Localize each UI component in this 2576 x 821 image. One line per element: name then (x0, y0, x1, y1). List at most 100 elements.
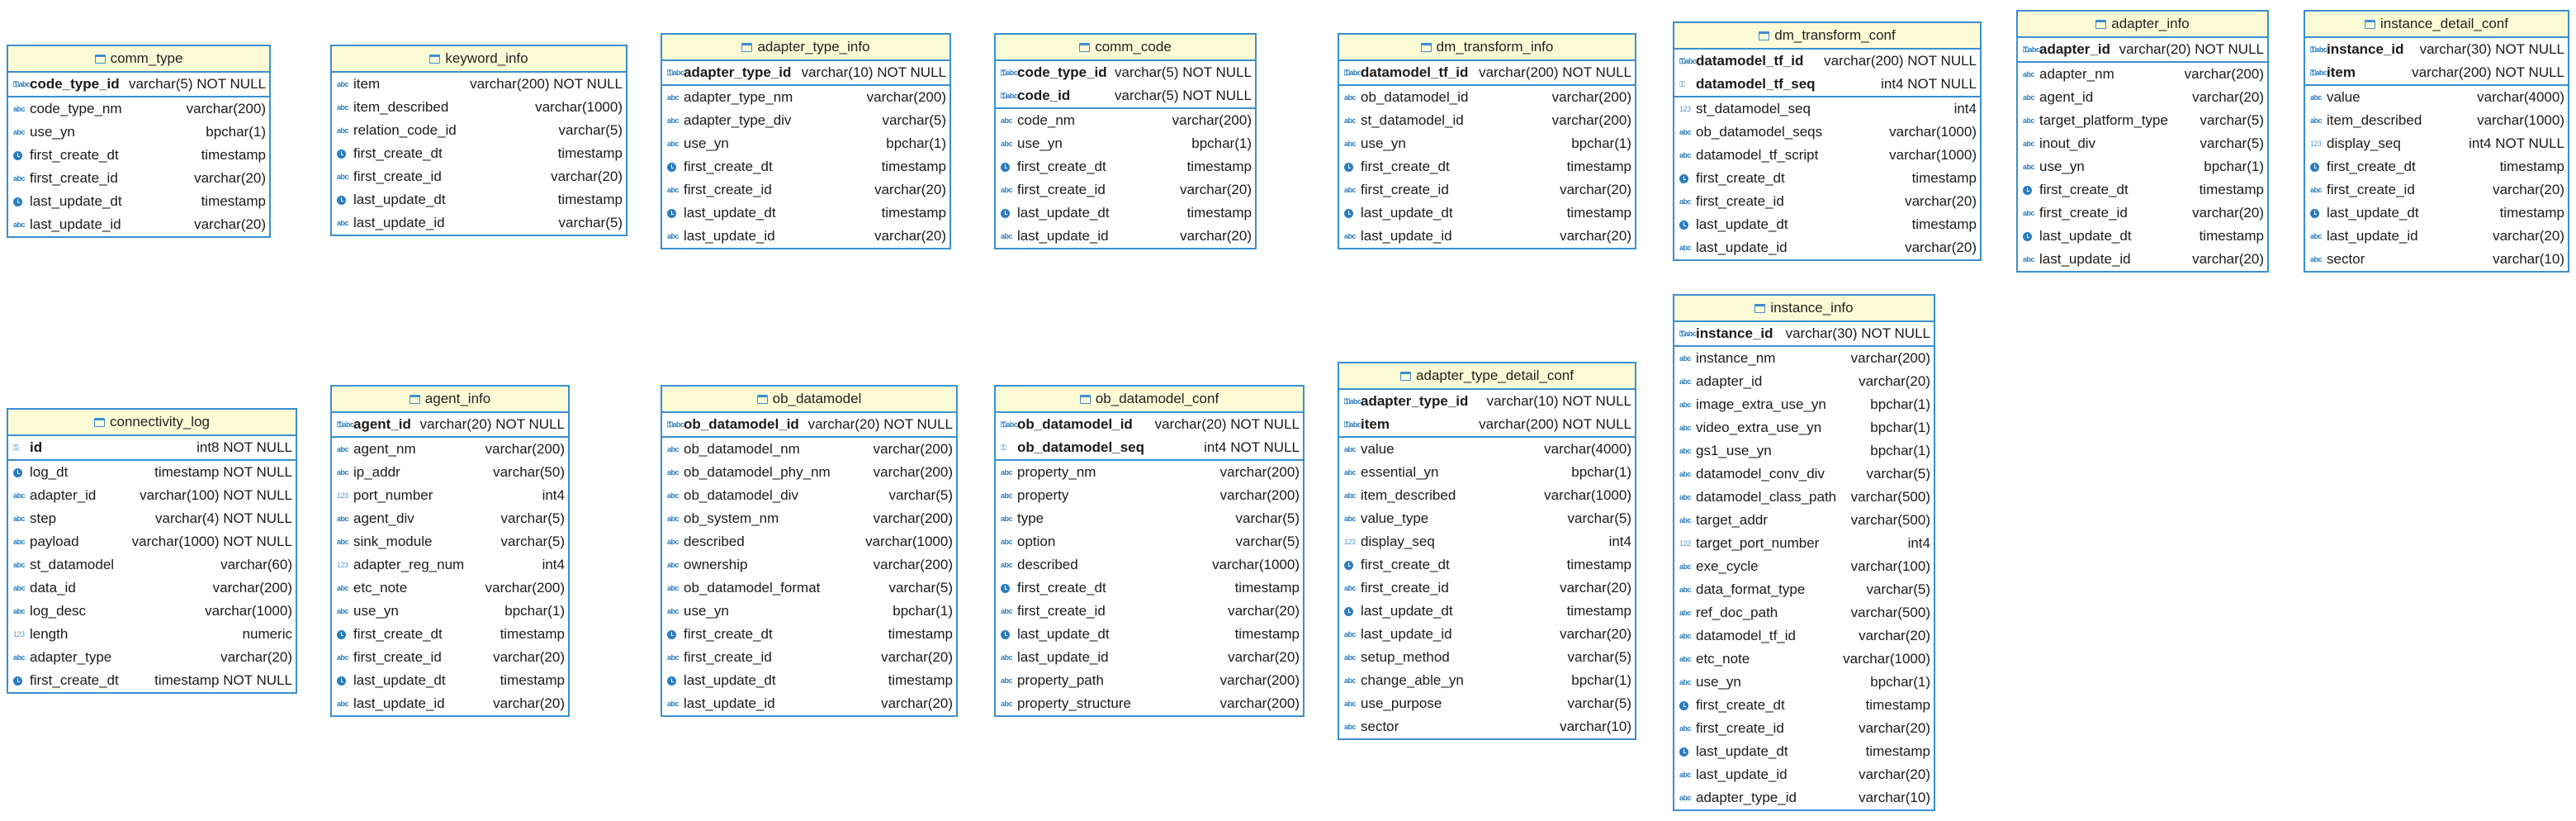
column-row[interactable]: 123 adapter_reg_num int4 (332, 553, 568, 577)
column-row[interactable]: 123 length numeric (8, 623, 296, 646)
column-row[interactable]: last_update_dt timestamp (662, 202, 949, 225)
column-row[interactable]: abc adapter_type varchar(20) (8, 646, 296, 669)
primary-key-column[interactable]: ⚿abc adapter_type_id varchar(10) NOT NULL (662, 61, 949, 84)
column-row[interactable]: last_update_dt timestamp (996, 623, 1303, 646)
column-row[interactable]: abc agent_div varchar(5) (332, 507, 568, 530)
table-agent-info[interactable]: agent_info ⚿abc agent_id varchar(20) NOT NU… (330, 385, 570, 717)
table-header[interactable]: comm_type (8, 46, 269, 73)
column-row[interactable]: abc first_create_id varchar(20) (8, 167, 269, 190)
column-row[interactable]: first_create_dt timestamp (662, 623, 956, 646)
column-row[interactable]: abc first_create_id varchar(20) (2018, 202, 2267, 225)
column-row[interactable]: abc sector varchar(10) (1339, 715, 1635, 738)
table-connectivity-log[interactable]: connectivity_log ⚿ id int8 NOT NULL log_dt ti… (7, 408, 297, 694)
column-row[interactable]: abc log_desc varchar(1000) (8, 600, 296, 623)
column-row[interactable]: abc code_type_nm varchar(200) (8, 97, 269, 121)
column-row[interactable]: abc property_path varchar(200) (996, 669, 1303, 692)
column-row[interactable]: abc item_described varchar(1000) (2305, 109, 2568, 132)
column-row[interactable]: abc ob_datamodel_nm varchar(200) (662, 438, 956, 461)
column-row[interactable]: abc first_create_id varchar(20) (1674, 717, 1934, 740)
primary-key-column[interactable]: ⚿ datamodel_tf_seq int4 NOT NULL (1674, 73, 1980, 96)
column-row[interactable]: abc value_type varchar(5) (1339, 507, 1635, 530)
column-row[interactable]: abc target_addr varchar(500) (1674, 509, 1934, 532)
column-row[interactable]: abc use_purpose varchar(5) (1339, 692, 1635, 715)
column-row[interactable]: abc adapter_type_nm varchar(200) (662, 86, 949, 109)
primary-key-column[interactable]: ⚿abc item varchar(200) NOT NULL (2305, 61, 2568, 84)
column-row[interactable]: abc step varchar(4) NOT NULL (8, 507, 296, 530)
column-row[interactable]: first_create_dt timestamp (332, 142, 626, 165)
column-row[interactable]: abc instance_nm varchar(200) (1674, 347, 1934, 370)
column-row[interactable]: abc adapter_nm varchar(200) (2018, 63, 2267, 86)
table-header[interactable]: instance_info (1674, 296, 1934, 322)
column-row[interactable]: abc first_create_id varchar(20) (996, 600, 1303, 623)
column-row[interactable]: abc use_yn bpchar(1) (996, 132, 1255, 155)
column-row[interactable]: first_create_dt timestamp (2018, 178, 2267, 202)
column-row[interactable]: abc inout_div varchar(5) (2018, 132, 2267, 155)
column-row[interactable]: abc last_update_id varchar(20) (662, 225, 949, 248)
primary-key-column[interactable]: ⚿abc ob_datamodel_id varchar(20) NOT NULL (996, 413, 1303, 436)
primary-key-column[interactable]: ⚿abc agent_id varchar(20) NOT NULL (332, 413, 568, 436)
column-row[interactable]: abc adapter_id varchar(100) NOT NULL (8, 484, 296, 507)
table-instance-detail-conf[interactable]: instance_detail_conf ⚿abc instance_id varch… (2304, 10, 2569, 273)
column-row[interactable]: abc use_yn bpchar(1) (662, 600, 956, 623)
table-adapter-info[interactable]: adapter_info ⚿abc adapter_id varchar(20) NO… (2016, 10, 2269, 273)
column-row[interactable]: abc datamodel_tf_script varchar(1000) (1674, 144, 1980, 167)
column-row[interactable]: first_create_dt timestamp (332, 623, 568, 646)
column-row[interactable]: abc last_update_id varchar(20) (1674, 236, 1980, 259)
column-row[interactable]: abc last_update_id varchar(20) (1339, 623, 1635, 646)
table-ob-datamodel-conf[interactable]: ob_datamodel_conf ⚿abc ob_datamodel_id varc… (994, 385, 1305, 717)
column-row[interactable]: last_update_dt timestamp (2018, 225, 2267, 248)
column-row[interactable]: abc adapter_type_id varchar(10) (1674, 786, 1934, 809)
column-row[interactable]: log_dt timestamp NOT NULL (8, 461, 296, 484)
table-header[interactable]: instance_detail_conf (2305, 12, 2568, 38)
column-row[interactable]: abc property varchar(200) (996, 484, 1303, 507)
primary-key-column[interactable]: ⚿abc datamodel_tf_id varchar(200) NOT NULL (1339, 61, 1635, 84)
column-row[interactable]: abc video_extra_use_yn bpchar(1) (1674, 416, 1934, 439)
column-row[interactable]: abc use_yn bpchar(1) (2018, 155, 2267, 178)
table-header[interactable]: dm_transform_conf (1674, 23, 1980, 50)
column-row[interactable]: first_create_dt timestamp (662, 155, 949, 178)
column-row[interactable]: abc ob_system_nm varchar(200) (662, 507, 956, 530)
column-row[interactable]: abc first_create_id varchar(20) (662, 178, 949, 202)
column-row[interactable]: abc agent_id varchar(20) (2018, 86, 2267, 109)
column-row[interactable]: abc use_yn bpchar(1) (1674, 671, 1934, 694)
column-row[interactable]: first_create_dt timestamp (2305, 155, 2568, 178)
column-row[interactable]: abc datamodel_tf_id varchar(20) (1674, 624, 1934, 648)
column-row[interactable]: abc item_described varchar(1000) (332, 96, 626, 119)
column-row[interactable]: abc last_update_id varchar(20) (2018, 248, 2267, 271)
column-row[interactable]: abc value varchar(4000) (1339, 438, 1635, 461)
column-row[interactable]: first_create_dt timestamp NOT NULL (8, 669, 296, 692)
column-row[interactable]: abc last_update_id varchar(5) (332, 211, 626, 235)
column-row[interactable]: last_update_dt timestamp (996, 202, 1255, 225)
column-row[interactable]: abc data_id varchar(200) (8, 577, 296, 600)
table-header[interactable]: connectivity_log (8, 410, 296, 436)
column-row[interactable]: abc value varchar(4000) (2305, 86, 2568, 109)
column-row[interactable]: abc data_format_type varchar(5) (1674, 578, 1934, 601)
column-row[interactable]: last_update_dt timestamp (1339, 600, 1635, 623)
primary-key-column[interactable]: ⚿abc adapter_id varchar(20) NOT NULL (2018, 38, 2267, 61)
column-row[interactable]: abc item_described varchar(1000) (1339, 484, 1635, 507)
column-row[interactable]: abc last_update_id varchar(20) (8, 213, 269, 236)
primary-key-column[interactable]: ⚿abc datamodel_tf_id varchar(200) NOT NULL (1674, 50, 1980, 73)
column-row[interactable]: abc sector varchar(10) (2305, 248, 2568, 271)
primary-key-column[interactable]: ⚿abc item varchar(200) NOT NULL (1339, 413, 1635, 436)
column-row[interactable]: first_create_dt timestamp (1674, 167, 1980, 190)
column-row[interactable]: abc adapter_id varchar(20) (1674, 370, 1934, 393)
column-row[interactable]: abc ob_datamodel_div varchar(5) (662, 484, 956, 507)
column-row[interactable]: abc exe_cycle varchar(100) (1674, 555, 1934, 578)
table-comm-code[interactable]: comm_code ⚿abc code_type_id varchar(5) NOT … (994, 33, 1257, 249)
column-row[interactable]: abc sink_module varchar(5) (332, 530, 568, 553)
table-header[interactable]: ob_datamodel (662, 387, 956, 413)
column-row[interactable]: 123 port_number int4 (332, 484, 568, 507)
column-row[interactable]: abc essential_yn bpchar(1) (1339, 461, 1635, 484)
column-row[interactable]: abc last_update_id varchar(20) (332, 692, 568, 715)
column-row[interactable]: abc etc_note varchar(200) (332, 577, 568, 600)
column-row[interactable]: abc setup_method varchar(5) (1339, 646, 1635, 669)
column-row[interactable]: 123 st_datamodel_seq int4 (1674, 97, 1980, 121)
column-row[interactable]: last_update_dt timestamp (1339, 202, 1635, 225)
table-header[interactable]: keyword_info (332, 46, 626, 73)
column-row[interactable]: first_create_dt timestamp (1339, 553, 1635, 577)
table-header[interactable]: comm_code (996, 35, 1255, 61)
table-header[interactable]: ob_datamodel_conf (996, 387, 1303, 413)
table-dm-transform-info[interactable]: dm_transform_info ⚿abc datamodel_tf_id varc… (1338, 33, 1636, 249)
column-row[interactable]: last_update_dt timestamp (8, 190, 269, 213)
